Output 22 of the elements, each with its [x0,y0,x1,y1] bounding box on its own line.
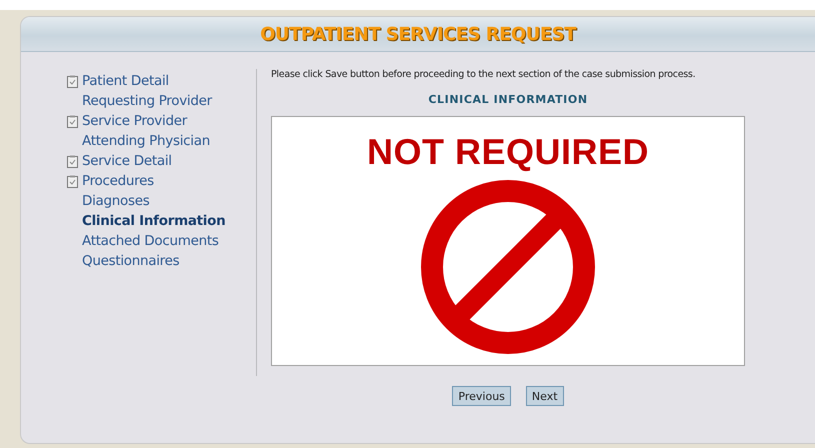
clipboard-icon [67,154,78,168]
nav-link[interactable]: Patient Detail [67,71,256,91]
section-title: CLINICAL INFORMATION [428,93,588,106]
clipboard-icon [67,174,78,188]
prohibited-icon [420,179,596,355]
nav-link[interactable]: Requesting Provider [67,91,256,111]
notice-text: Please click Save button before proceeding to the next section of the case submission process. [271,69,696,80]
nav-link[interactable]: Procedures [67,171,256,191]
nav-link[interactable]: Service Provider [67,111,256,131]
stamp-text: NOT REQUIRED [366,131,649,173]
previous-button[interactable]: Previous [452,386,511,406]
nav-link[interactable]: Attending Physician [67,131,256,151]
nav-link[interactable]: Clinical Information [67,211,256,231]
clipboard-icon [67,74,78,88]
clinical-text-area[interactable]: NOT REQUIRED [271,116,745,366]
next-button[interactable]: Next [526,386,564,406]
nav-link[interactable]: Service Detail [67,151,256,171]
clipboard-icon [67,114,78,128]
nav-link[interactable]: Attached Documents [67,231,256,251]
nav-link[interactable]: Questionnaires [67,251,256,271]
nav-link[interactable]: Diagnoses [67,191,256,211]
page-title: OUTPATIENT SERVICES REQUEST [260,24,576,44]
